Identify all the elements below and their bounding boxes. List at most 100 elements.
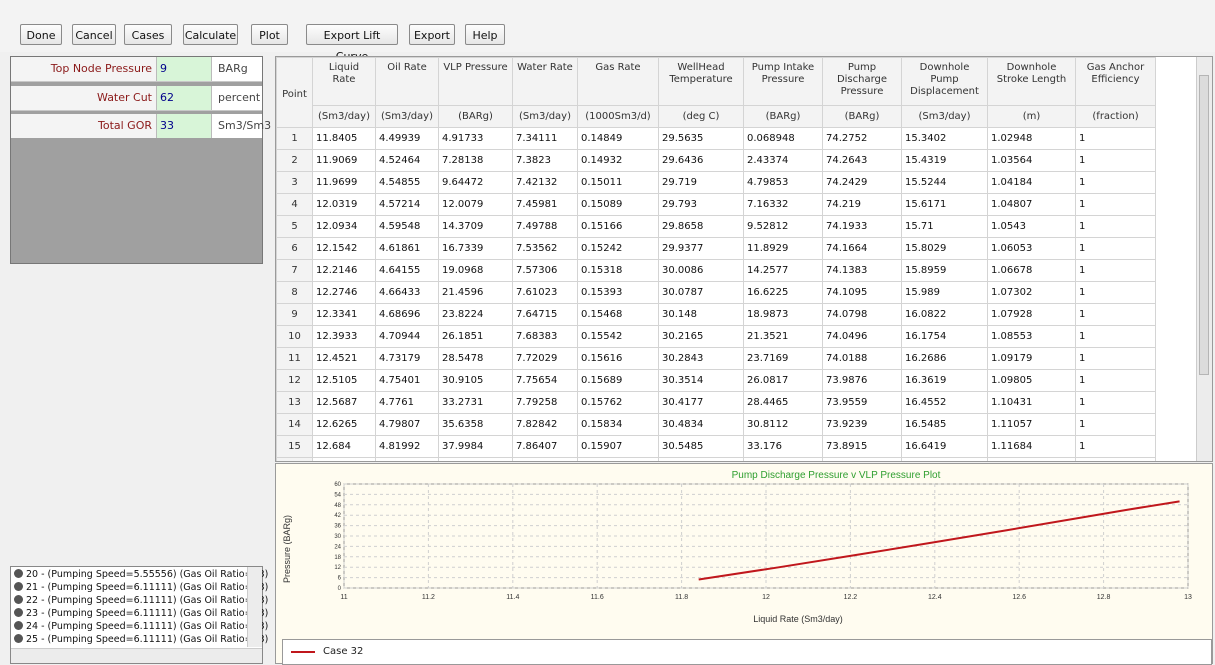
table-cell[interactable]: 12.684 bbox=[312, 435, 376, 458]
table-cell[interactable]: 11.8405 bbox=[312, 127, 376, 150]
table-row[interactable]: 8 12.2746 4.66433 21.4596 7.61023 0.15393 30.0… bbox=[276, 281, 1156, 304]
table-cell[interactable]: 1 bbox=[1075, 149, 1156, 172]
table-cell[interactable]: 7.75654 bbox=[512, 369, 578, 392]
table-cell[interactable]: 14.3709 bbox=[438, 215, 513, 238]
export-button[interactable]: Export bbox=[409, 24, 455, 45]
list-item[interactable]: 21 - (Pumping Speed=6.11111) (Gas Oil Ra… bbox=[14, 582, 268, 593]
table-cell[interactable]: 30.2843 bbox=[658, 347, 744, 370]
table-cell[interactable]: 30.2165 bbox=[658, 325, 744, 348]
table-cell[interactable]: 12.4521 bbox=[312, 347, 376, 370]
table-cell[interactable]: 4.54855 bbox=[375, 171, 439, 194]
table-cell[interactable]: 0.15978 bbox=[577, 457, 659, 461]
scrollbar-thumb[interactable] bbox=[1199, 75, 1209, 375]
table-cell[interactable]: 15.6171 bbox=[901, 193, 988, 216]
cases-button[interactable]: Cases bbox=[124, 24, 172, 45]
cases-vertical-scrollbar[interactable] bbox=[247, 567, 262, 647]
table-cell[interactable]: 74.2752 bbox=[822, 127, 902, 150]
help-button[interactable]: Help bbox=[465, 24, 505, 45]
table-cell[interactable]: 74.1933 bbox=[822, 215, 902, 238]
table-cell[interactable]: 1 bbox=[1075, 369, 1156, 392]
table-cell[interactable]: 1 bbox=[1075, 325, 1156, 348]
table-cell[interactable]: 29.9377 bbox=[658, 237, 744, 260]
table-cell[interactable]: 30.4177 bbox=[658, 391, 744, 414]
table-cell[interactable]: 1.10431 bbox=[987, 391, 1076, 414]
table-cell[interactable]: 4.68696 bbox=[375, 303, 439, 326]
table-cell[interactable]: 1 bbox=[1075, 237, 1156, 260]
table-cell[interactable]: 7.34111 bbox=[512, 127, 578, 150]
table-row[interactable]: 1612.74124.8416540.36097.899540.1597830.… bbox=[276, 457, 1156, 461]
table-cell[interactable]: 7.79258 bbox=[512, 391, 578, 414]
cancel-button[interactable]: Cancel bbox=[72, 24, 116, 45]
table-cell[interactable]: 12.7412 bbox=[312, 457, 376, 461]
table-row[interactable]: 10 12.3933 4.70944 26.1851 7.68383 0.15542 30.… bbox=[276, 325, 1156, 348]
table-cell[interactable]: 1 bbox=[1075, 215, 1156, 238]
table-cell[interactable]: 1.0543 bbox=[987, 215, 1076, 238]
table-row[interactable]: 13 12.5687 4.7761 33.2731 7.79258 0.15762 30.4… bbox=[276, 391, 1156, 414]
table-cell[interactable]: 73.8589 bbox=[822, 457, 902, 461]
table-cell[interactable]: 1.06678 bbox=[987, 259, 1076, 282]
cases-list[interactable]: 20 - (Pumping Speed=5.55556) (Gas Oil Ra… bbox=[10, 566, 268, 664]
table-cell[interactable]: 30.8112 bbox=[743, 413, 823, 436]
table-cell[interactable]: 1.02948 bbox=[987, 127, 1076, 150]
table-cell[interactable]: 1.08553 bbox=[987, 325, 1076, 348]
table-cell[interactable]: 26.1851 bbox=[438, 325, 513, 348]
table-cell[interactable]: 16.5485 bbox=[901, 413, 988, 436]
table-cell[interactable]: 1 bbox=[1075, 193, 1156, 216]
table-cell[interactable]: 19.0968 bbox=[438, 259, 513, 282]
table-cell[interactable]: 30.148 bbox=[658, 303, 744, 326]
table-cell[interactable]: 4.64155 bbox=[375, 259, 439, 282]
table-cell[interactable]: 23.8224 bbox=[438, 303, 513, 326]
table-cell[interactable]: 1 bbox=[1075, 457, 1156, 461]
table-cell[interactable]: 1.09179 bbox=[987, 347, 1076, 370]
table-cell[interactable]: 0.15393 bbox=[577, 281, 659, 304]
table-cell[interactable]: 73.9239 bbox=[822, 413, 902, 436]
table-cell[interactable]: 73.9876 bbox=[822, 369, 902, 392]
table-cell[interactable]: 1.06053 bbox=[987, 237, 1076, 260]
table-cell[interactable]: 74.0798 bbox=[822, 303, 902, 326]
table-cell[interactable]: 0.15242 bbox=[577, 237, 659, 260]
table-cell[interactable]: 11.8929 bbox=[743, 237, 823, 260]
table-cell[interactable]: 73.9559 bbox=[822, 391, 902, 414]
table-cell[interactable]: 18.9873 bbox=[743, 303, 823, 326]
table-row[interactable]: 15 12.684 4.81992 37.9984 7.86407 0.15907 30.5… bbox=[276, 435, 1156, 458]
table-cell[interactable]: 4.81992 bbox=[375, 435, 439, 458]
table-cell[interactable]: 7.82842 bbox=[512, 413, 578, 436]
table-cell[interactable]: 28.5478 bbox=[438, 347, 513, 370]
table-cell[interactable]: 7.57306 bbox=[512, 259, 578, 282]
table-row[interactable]: 14 12.6265 4.79807 35.6358 7.82842 0.15834 30.… bbox=[276, 413, 1156, 436]
table-cell[interactable]: 12.1542 bbox=[312, 237, 376, 260]
table-cell[interactable]: 9.64472 bbox=[438, 171, 513, 194]
table-cell[interactable]: 7.89954 bbox=[512, 457, 578, 461]
table-cell[interactable]: 16.6225 bbox=[743, 281, 823, 304]
done-button[interactable]: Done bbox=[20, 24, 62, 45]
table-cell[interactable]: 30.4834 bbox=[658, 413, 744, 436]
table-cell[interactable]: 74.219 bbox=[822, 193, 902, 216]
list-item[interactable]: 25 - (Pumping Speed=6.11111) (Gas Oil Ra… bbox=[14, 634, 268, 645]
table-cell[interactable]: 7.61023 bbox=[512, 281, 578, 304]
table-cell[interactable]: 30.0787 bbox=[658, 281, 744, 304]
table-cell[interactable]: 29.8658 bbox=[658, 215, 744, 238]
table-cell[interactable]: 0.15689 bbox=[577, 369, 659, 392]
table-cell[interactable]: 1 bbox=[1075, 391, 1156, 414]
table-cell[interactable]: 1.03564 bbox=[987, 149, 1076, 172]
table-cell[interactable]: 12.0319 bbox=[312, 193, 376, 216]
table-cell[interactable]: 74.0188 bbox=[822, 347, 902, 370]
table-cell[interactable]: 29.6436 bbox=[658, 149, 744, 172]
table-cell[interactable]: 30.5485 bbox=[658, 435, 744, 458]
table-cell[interactable]: 1 bbox=[1075, 347, 1156, 370]
table-cell[interactable]: 16.1754 bbox=[901, 325, 988, 348]
table-cell[interactable]: 11.9699 bbox=[312, 171, 376, 194]
top-node-pressure-field[interactable]: 9 bbox=[157, 57, 212, 81]
table-cell[interactable]: 7.49788 bbox=[512, 215, 578, 238]
table-cell[interactable]: 0.068948 bbox=[743, 127, 823, 150]
table-row[interactable]: 4 12.0319 4.57214 12.0079 7.45981 0.15089 29.7… bbox=[276, 193, 1156, 216]
table-cell[interactable]: 7.72029 bbox=[512, 347, 578, 370]
table-cell[interactable]: 30.9105 bbox=[438, 369, 513, 392]
table-cell[interactable]: 12.5105 bbox=[312, 369, 376, 392]
table-cell[interactable]: 1 bbox=[1075, 281, 1156, 304]
list-item[interactable]: 23 - (Pumping Speed=6.11111) (Gas Oil Ra… bbox=[14, 608, 268, 619]
table-row[interactable]: 1 11.8405 4.49939 4.91733 7.34111 0.14849 29.5… bbox=[276, 127, 1156, 150]
table-cell[interactable]: 4.66433 bbox=[375, 281, 439, 304]
table-cell[interactable]: 12.2746 bbox=[312, 281, 376, 304]
table-cell[interactable]: 4.59548 bbox=[375, 215, 439, 238]
